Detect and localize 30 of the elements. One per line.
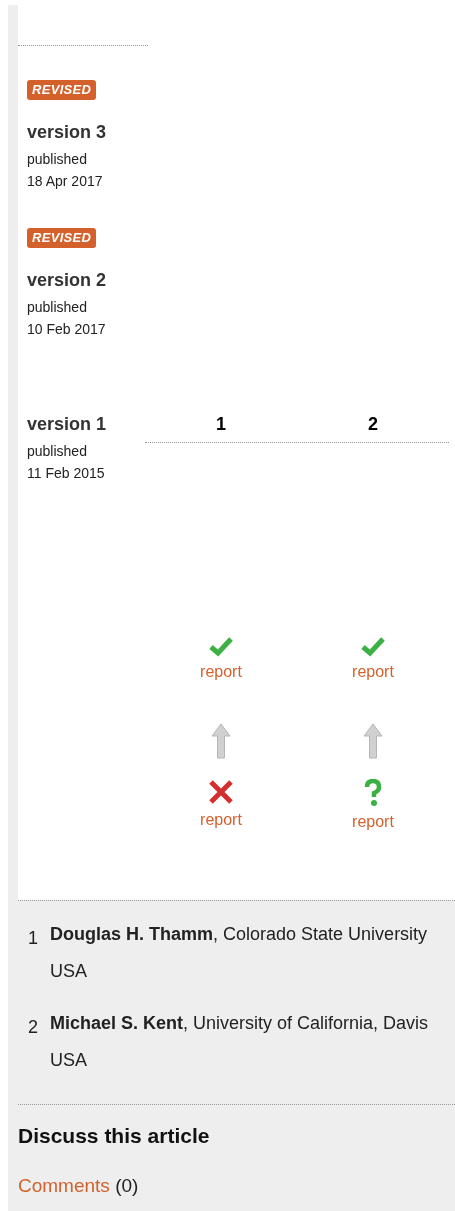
- version-status: published: [27, 298, 88, 317]
- reviewer-number: 2: [367, 413, 379, 436]
- reviewer-number: 1: [215, 413, 227, 436]
- version-date: 18 Apr 2017: [27, 172, 104, 191]
- up-arrow-icon: [363, 723, 383, 759]
- question-mark-icon: [364, 779, 382, 807]
- version-status: published: [27, 150, 88, 169]
- reviewer-number: 2: [28, 1017, 39, 1038]
- up-arrow-icon: [211, 723, 231, 759]
- version-status: published: [27, 442, 88, 461]
- reviewer-number: 1: [28, 928, 39, 949]
- reviewer-affiliation: Michael S. Kent, University of California, Davis USA: [50, 1012, 430, 1072]
- reviewer-affiliation: Douglas H. Thamm, Colorado State University USA: [50, 923, 429, 983]
- comments-link[interactable]: Comments: [18, 1175, 110, 1196]
- cross-icon: [208, 779, 234, 805]
- check-icon: [208, 635, 234, 657]
- report-link[interactable]: report: [352, 661, 394, 683]
- version-date: 11 Feb 2015: [27, 464, 106, 483]
- version-title: version 3: [27, 121, 108, 144]
- comment-count: (0): [115, 1175, 139, 1196]
- section-heading: Discuss this article: [18, 1123, 211, 1148]
- version-title: version 1: [27, 413, 108, 436]
- revised-badge: REVISED: [27, 80, 97, 100]
- report-link[interactable]: report: [200, 809, 242, 831]
- version-title: version 2: [27, 269, 108, 292]
- revised-badge: REVISED: [27, 228, 97, 248]
- version-date: 10 Feb 2017: [27, 320, 107, 339]
- report-link[interactable]: report: [200, 661, 242, 683]
- check-icon: [360, 635, 386, 657]
- report-link[interactable]: report: [352, 811, 394, 833]
